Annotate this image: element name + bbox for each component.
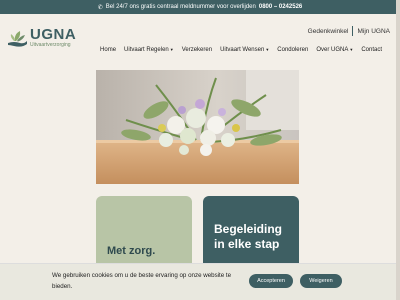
gedenkwinkel-link[interactable]: Gedenkwinkel <box>308 28 349 35</box>
cookie-banner: We gebruiken cookies om u de beste ervar… <box>0 263 400 300</box>
reject-cookies-button[interactable]: Weigeren <box>300 274 342 288</box>
card-right-heading: Begeleiding in elke stap <box>214 222 283 251</box>
card-left-heading: Met zorg. <box>107 245 156 257</box>
utility-divider <box>352 26 354 36</box>
chevron-down-icon: ▼ <box>169 47 174 52</box>
nav-item-over-ugna[interactable]: Over UGNA▼ <box>316 47 353 53</box>
brand-tagline: Uitvaartverzorging <box>30 42 71 48</box>
chevron-down-icon: ▼ <box>265 47 270 52</box>
nav-item-uitvaart-wensen[interactable]: Uitvaart Wensen▼ <box>220 47 269 53</box>
brand-name: UGNA <box>30 26 77 43</box>
phone-icon: ✆ <box>97 4 103 11</box>
chevron-down-icon: ▼ <box>349 47 354 52</box>
utility-links: Gedenkwinkel Mijn UGNA <box>308 26 390 36</box>
hero-flower-image <box>96 70 299 184</box>
emergency-topbar: ✆ Bel 24/7 ons gratis centraal meldnumme… <box>0 0 400 14</box>
nav-item-contact[interactable]: Contact <box>361 47 382 53</box>
logo[interactable]: UGNA Uitvaartverzorging <box>6 26 77 49</box>
nav-item-uitvaart-regelen[interactable]: Uitvaart Regelen▼ <box>124 47 174 53</box>
main-nav: Home Uitvaart Regelen▼ Verzekeren Uitvaa… <box>100 47 382 53</box>
cookie-message: We gebruiken cookies om u de beste ervar… <box>52 272 232 290</box>
site-header: UGNA Uitvaartverzorging Gedenkwinkel Mij… <box>0 14 400 62</box>
mijn-ugna-link[interactable]: Mijn UGNA <box>357 28 390 35</box>
nav-item-verzekeren[interactable]: Verzekeren <box>182 47 212 53</box>
nav-item-condoleren[interactable]: Condoleren <box>277 47 308 53</box>
topbar-text: Bel 24/7 ons gratis centraal meldnummer … <box>105 4 256 10</box>
page-scrollbar[interactable] <box>396 0 400 300</box>
leaf-hand-logo-icon <box>6 29 28 49</box>
accept-cookies-button[interactable]: Accepteren <box>249 274 293 288</box>
nav-item-home[interactable]: Home <box>100 47 116 53</box>
emergency-phone-number[interactable]: 0800 – 0242526 <box>259 4 302 10</box>
